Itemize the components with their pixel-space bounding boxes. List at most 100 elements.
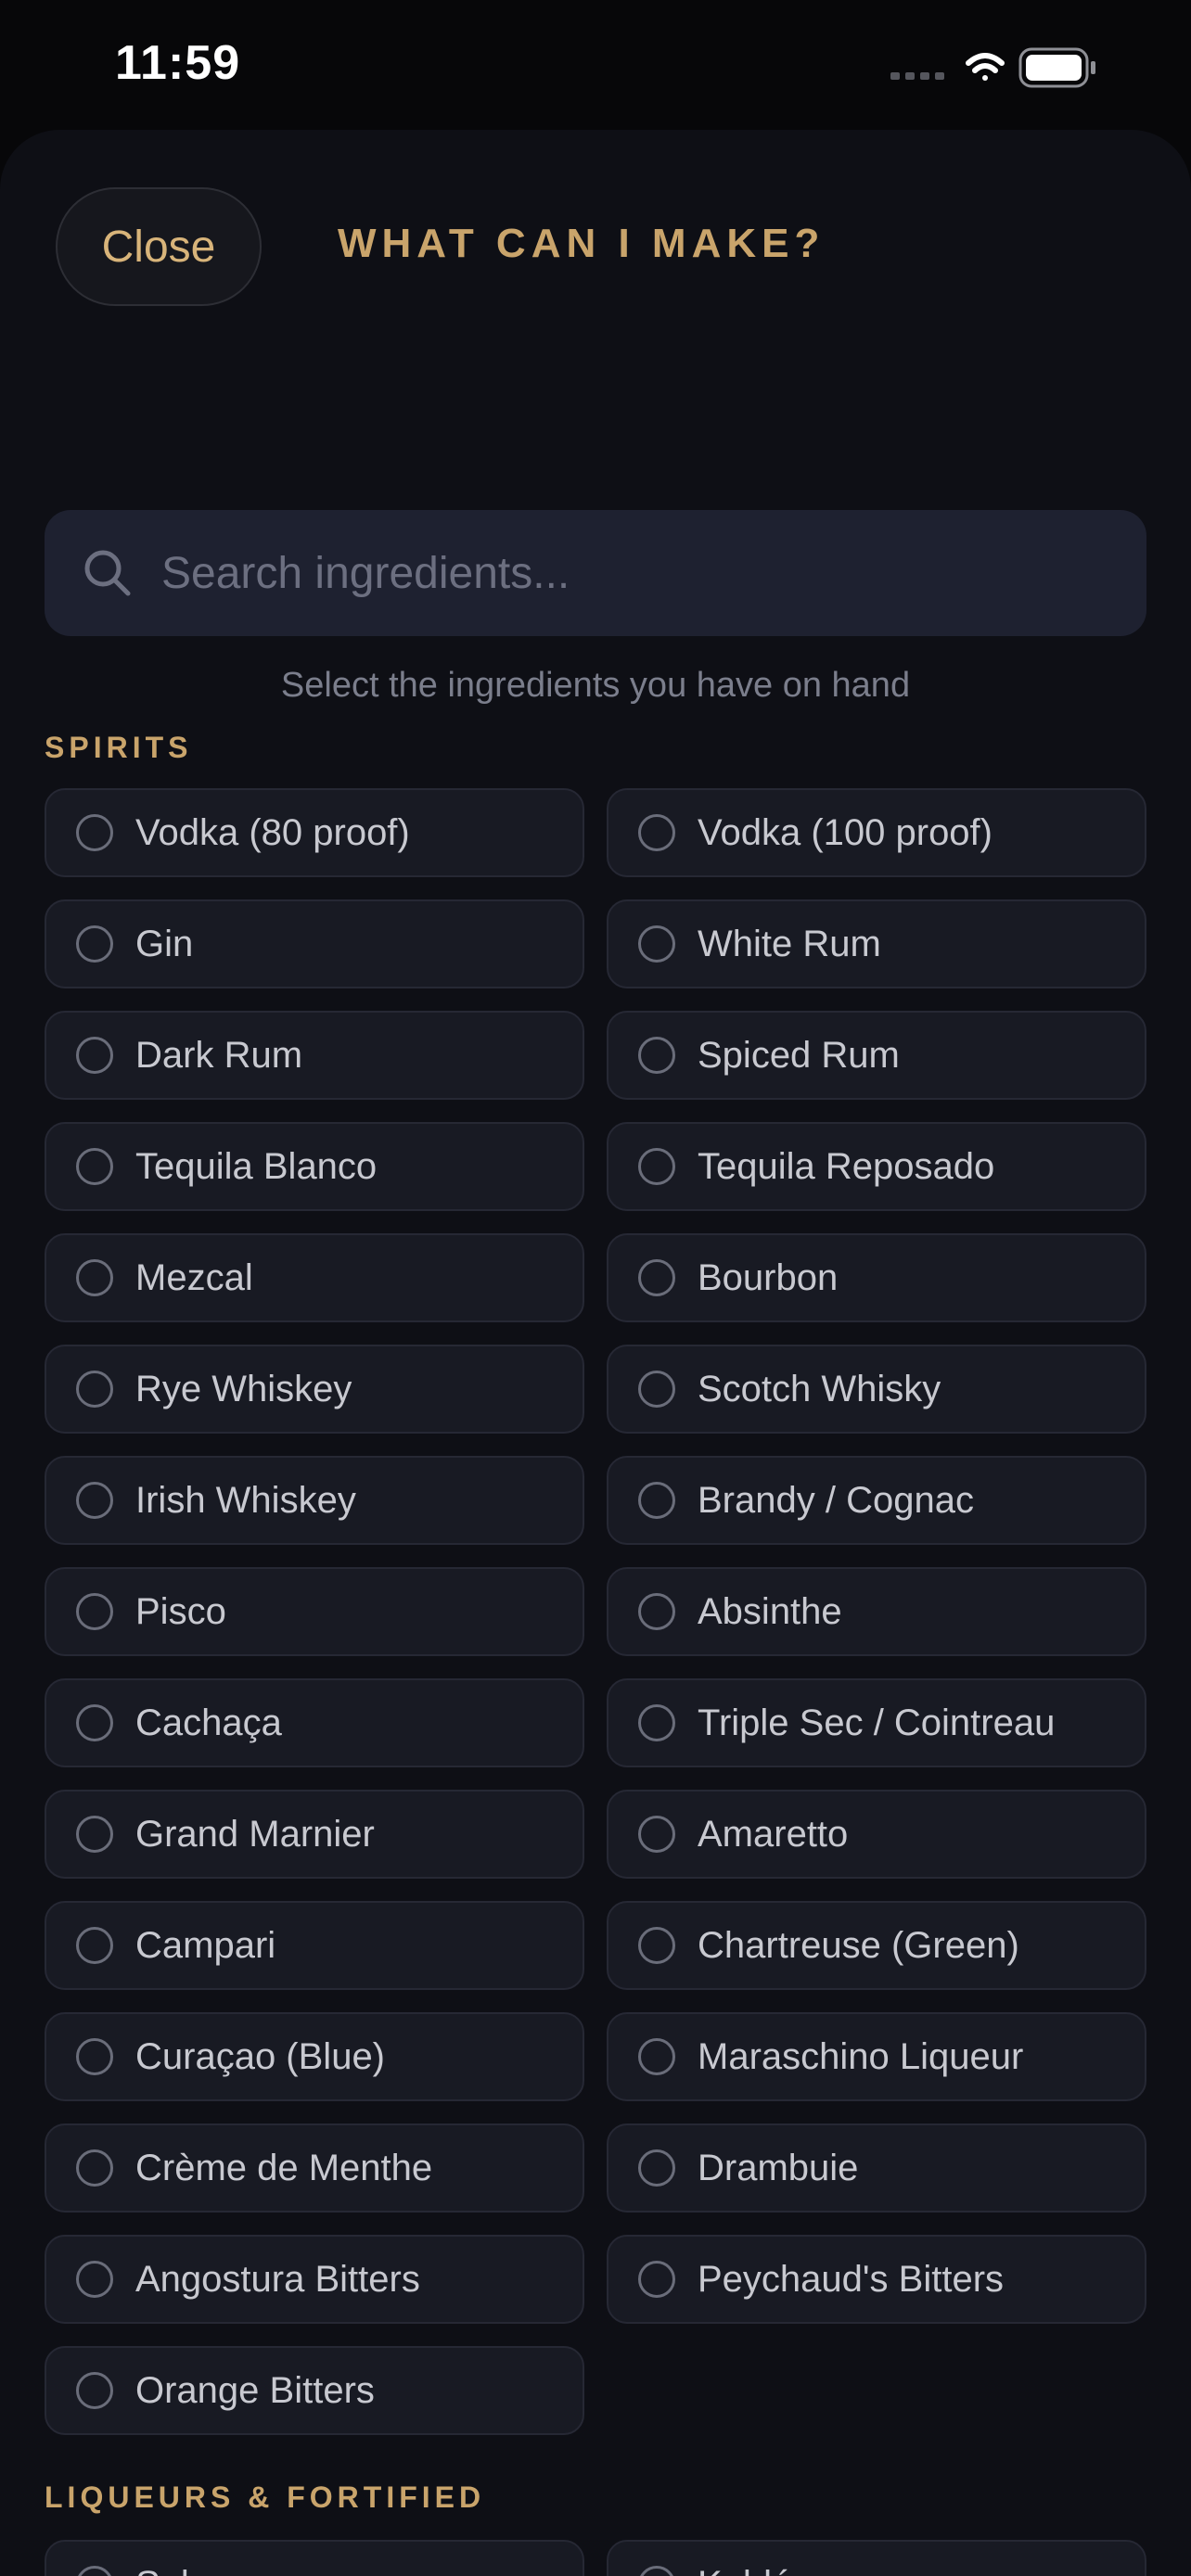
ingredient-chip[interactable]: Drambuie <box>607 2123 1146 2213</box>
section-heading-spirits: SPIRITS <box>45 731 193 764</box>
ingredient-label: Pisco <box>135 1590 226 1632</box>
ingredient-label: Angostura Bitters <box>135 2258 420 2300</box>
battery-icon <box>1018 47 1095 88</box>
radio-circle-icon <box>638 1259 675 1296</box>
ingredient-label: Mezcal <box>135 1256 253 1298</box>
ingredient-chip[interactable]: Rye Whiskey <box>45 1345 584 1434</box>
status-time: 11:59 <box>115 36 241 90</box>
ingredient-chip[interactable]: Amaretto <box>607 1790 1146 1879</box>
ingredient-chip[interactable]: Scotch Whisky <box>607 1345 1146 1434</box>
ingredient-label: Gin <box>135 923 194 964</box>
radio-circle-icon <box>76 925 113 963</box>
ingredient-chip[interactable]: Orange Bitters <box>45 2346 584 2435</box>
ingredient-label: Irish Whiskey <box>135 1479 356 1521</box>
radio-circle-icon <box>76 1704 113 1741</box>
radio-circle-icon <box>76 1816 113 1853</box>
radio-circle-icon <box>638 2566 675 2576</box>
search-bar[interactable] <box>45 510 1146 636</box>
radio-circle-icon <box>638 1927 675 1964</box>
ingredients-sheet: Close WHAT CAN I MAKE? Select the ingred… <box>0 130 1191 2576</box>
radio-circle-icon <box>638 2149 675 2187</box>
ingredient-chip[interactable]: Spiced Rum <box>607 1011 1146 1100</box>
radio-circle-icon <box>638 2038 675 2075</box>
ingredient-chip[interactable]: Mezcal <box>45 1233 584 1322</box>
ingredient-label: Spiced Rum <box>698 1034 900 1076</box>
radio-circle-icon <box>76 1927 113 1964</box>
hint-text: Select the ingredients you have on hand <box>280 666 911 705</box>
radio-circle-icon <box>638 1371 675 1408</box>
ingredient-chip[interactable]: Vodka (100 proof) <box>607 788 1146 877</box>
ingredient-chip[interactable]: White Rum <box>607 899 1146 988</box>
ingredient-chip[interactable]: Peychaud's Bitters <box>607 2235 1146 2324</box>
ingredient-label: Bourbon <box>698 1256 839 1298</box>
cellular-signal-icon <box>890 72 944 80</box>
radio-circle-icon <box>638 925 675 963</box>
ingredient-label: Brandy / Cognac <box>698 1479 974 1521</box>
ingredient-chip[interactable]: Cachaça <box>45 1678 584 1767</box>
radio-circle-icon <box>76 1259 113 1296</box>
radio-circle-icon <box>638 1704 675 1741</box>
ingredient-chip[interactable]: Sake <box>45 2540 584 2576</box>
ingredient-chip[interactable]: Gin <box>45 899 584 988</box>
radio-circle-icon <box>638 814 675 851</box>
ingredient-label: Grand Marnier <box>135 1813 375 1855</box>
ingredient-chip[interactable]: Bourbon <box>607 1233 1146 1322</box>
ingredient-label: Scotch Whisky <box>698 1368 941 1409</box>
ingredient-chip[interactable]: Maraschino Liqueur <box>607 2012 1146 2101</box>
ingredient-label: Curaçao (Blue) <box>135 2035 386 2077</box>
search-input[interactable] <box>161 510 1108 636</box>
ingredient-label: Tequila Reposado <box>698 1145 995 1187</box>
ingredient-chip[interactable]: Vodka (80 proof) <box>45 788 584 877</box>
ingredient-chip[interactable]: Tequila Reposado <box>607 1122 1146 1211</box>
ingredient-label: Rye Whiskey <box>135 1368 352 1409</box>
page-title: WHAT CAN I MAKE? <box>338 221 826 266</box>
ingredient-chip[interactable]: Absinthe <box>607 1567 1146 1656</box>
ingredient-label: Triple Sec / Cointreau <box>698 1702 1056 1743</box>
ingredient-chip[interactable]: Pisco <box>45 1567 584 1656</box>
radio-circle-icon <box>638 1816 675 1853</box>
ingredient-label: Sake <box>135 2564 220 2576</box>
radio-circle-icon <box>76 814 113 851</box>
radio-circle-icon <box>76 1593 113 1630</box>
radio-circle-icon <box>638 1482 675 1519</box>
ingredient-chip[interactable]: Crème de Menthe <box>45 2123 584 2213</box>
ingredient-label: Crème de Menthe <box>135 2147 433 2188</box>
radio-circle-icon <box>76 2372 113 2409</box>
ingredient-chip[interactable]: Curaçao (Blue) <box>45 2012 584 2101</box>
ingredient-label: Vodka (80 proof) <box>135 811 410 853</box>
ingredient-chip[interactable]: Kahlúa <box>607 2540 1146 2576</box>
radio-circle-icon <box>76 2566 113 2576</box>
radio-circle-icon <box>76 2149 113 2187</box>
radio-circle-icon <box>76 1148 113 1185</box>
ingredient-label: Dark Rum <box>135 1034 303 1076</box>
ingredient-label: Absinthe <box>698 1590 842 1632</box>
ingredient-label: Tequila Blanco <box>135 1145 378 1187</box>
ingredient-chip[interactable]: Brandy / Cognac <box>607 1456 1146 1545</box>
ingredient-chip[interactable]: Triple Sec / Cointreau <box>607 1678 1146 1767</box>
ingredient-label: White Rum <box>698 923 881 964</box>
radio-circle-icon <box>76 1371 113 1408</box>
ingredient-chip[interactable]: Campari <box>45 1901 584 1990</box>
ingredient-label: Drambuie <box>698 2147 859 2188</box>
ingredient-label: Cachaça <box>135 1702 282 1743</box>
search-icon <box>84 550 131 596</box>
radio-circle-icon <box>76 1037 113 1074</box>
ingredient-label: Amaretto <box>698 1813 849 1855</box>
ingredient-label: Maraschino Liqueur <box>698 2035 1024 2077</box>
radio-circle-icon <box>76 2261 113 2298</box>
radio-circle-icon <box>638 1037 675 1074</box>
ingredient-chip[interactable]: Grand Marnier <box>45 1790 584 1879</box>
ingredient-label: Chartreuse (Green) <box>698 1924 1019 1966</box>
ingredient-chip[interactable]: Irish Whiskey <box>45 1456 584 1545</box>
status-icons <box>890 45 1113 91</box>
ingredient-label: Kahlúa <box>698 2564 813 2576</box>
ingredient-chip[interactable]: Tequila Blanco <box>45 1122 584 1211</box>
close-button[interactable]: Close <box>56 187 262 306</box>
radio-circle-icon <box>76 1482 113 1519</box>
status-bar: 11:59 <box>0 0 1191 130</box>
ingredient-chip[interactable]: Chartreuse (Green) <box>607 1901 1146 1990</box>
ingredient-chip[interactable]: Angostura Bitters <box>45 2235 584 2324</box>
radio-circle-icon <box>638 1148 675 1185</box>
ingredient-grid-spirits: Vodka (80 proof) Vodka (100 proof) Gin Whit… <box>45 788 1146 2435</box>
ingredient-chip[interactable]: Dark Rum <box>45 1011 584 1100</box>
